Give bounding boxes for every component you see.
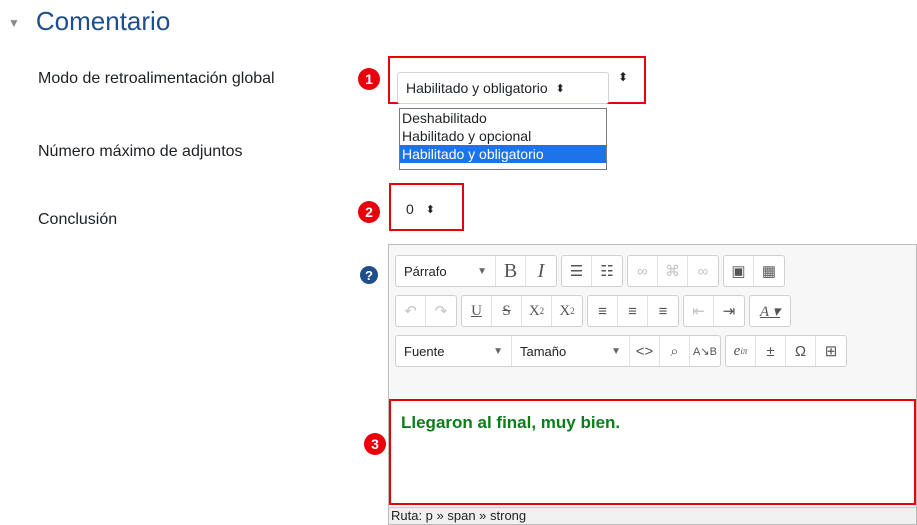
- omega-icon[interactable]: Ω: [786, 336, 816, 366]
- caret-down-icon[interactable]: ▼: [8, 16, 20, 30]
- toolbar-group: ↶ ↷: [395, 295, 457, 327]
- paragraph-label: Párrafo: [404, 263, 447, 279]
- paragraph-format-select[interactable]: Párrafo ▼: [396, 256, 496, 286]
- callout-badge-3: 3: [364, 433, 386, 455]
- image-icon[interactable]: ▣: [724, 256, 754, 286]
- question-icon[interactable]: ?: [360, 266, 378, 284]
- link-icon[interactable]: ∞: [628, 256, 658, 286]
- equation-icon[interactable]: e iπ: [726, 336, 756, 366]
- table-icon[interactable]: ⊞: [816, 336, 846, 366]
- outdent-icon[interactable]: ⇤: [684, 296, 714, 326]
- sort-arrows-icon: ⬍: [555, 82, 565, 95]
- superscript-icon[interactable]: X2: [552, 296, 582, 326]
- global-feedback-mode-options[interactable]: Deshabilitado Habilitado y opcional Habi…: [399, 108, 607, 170]
- toolbar-group: ☰ ☷: [561, 255, 623, 287]
- conclusion-select[interactable]: 0 ⬍: [398, 193, 456, 225]
- global-feedback-mode-select[interactable]: Habilitado y obligatorio ⬍: [397, 72, 609, 104]
- global-feedback-mode-label: Modo de retroalimentación global: [38, 70, 275, 87]
- font-label: Fuente: [404, 343, 445, 359]
- chevron-down-icon: ▼: [477, 265, 487, 277]
- editor-content-area[interactable]: Llegaron al final, muy bien.: [389, 399, 916, 505]
- conclusion-label: Conclusión: [38, 211, 118, 228]
- underline-icon[interactable]: U: [462, 296, 492, 326]
- option-deshabilitado[interactable]: Deshabilitado: [400, 109, 606, 127]
- sort-arrows-icon[interactable]: ⬍: [618, 70, 628, 84]
- editor-content-text: Llegaron al final, muy bien.: [401, 413, 621, 432]
- media-icon[interactable]: ▦: [754, 256, 784, 286]
- indent-icon[interactable]: ⇥: [714, 296, 744, 326]
- toolbar-row-2: ↶ ↷ U S X2 X2 ≡ ≡ ≡ ⇤ ⇥ A ▾: [395, 295, 791, 327]
- font-family-select[interactable]: Fuente ▼: [396, 336, 512, 366]
- select-value: Habilitado y obligatorio: [406, 80, 548, 96]
- toolbar-group: ∞ ⌘ ∞: [627, 255, 719, 287]
- size-label: Tamaño: [520, 343, 567, 359]
- anchor-icon[interactable]: ∞: [688, 256, 718, 286]
- toolbar-row-1: Párrafo ▼ B I ☰ ☷ ∞ ⌘ ∞ ▣ ▦: [395, 255, 785, 287]
- align-center-icon[interactable]: ≡: [618, 296, 648, 326]
- source-code-icon[interactable]: <>: [630, 336, 660, 366]
- section-header[interactable]: ▼ Comentario: [8, 6, 170, 37]
- toolbar-group: ≡ ≡ ≡: [587, 295, 679, 327]
- special-char-icon[interactable]: ±: [756, 336, 786, 366]
- text-color-icon[interactable]: A ▾: [750, 296, 790, 326]
- redo-icon[interactable]: ↷: [426, 296, 456, 326]
- toolbar-group: A ▾: [749, 295, 791, 327]
- option-habilitado-opcional[interactable]: Habilitado y opcional: [400, 127, 606, 145]
- select-value: 0: [406, 201, 414, 217]
- italic-button[interactable]: I: [526, 256, 556, 286]
- bold-button[interactable]: B: [496, 256, 526, 286]
- align-left-icon[interactable]: ≡: [588, 296, 618, 326]
- find-icon[interactable]: ⌕: [660, 336, 690, 366]
- sort-arrows-icon: ⬍: [425, 203, 436, 216]
- option-habilitado-obligatorio[interactable]: Habilitado y obligatorio: [400, 145, 606, 163]
- toolbar-group: Párrafo ▼ B I: [395, 255, 557, 287]
- unlink-icon[interactable]: ⌘: [658, 256, 688, 286]
- toolbar-group: e iπ ± Ω ⊞: [725, 335, 847, 367]
- subscript-icon[interactable]: X2: [522, 296, 552, 326]
- max-attachments-label: Número máximo de adjuntos: [38, 143, 243, 160]
- toolbar-group: ⇤ ⇥: [683, 295, 745, 327]
- callout-badge-2: 2: [358, 201, 380, 223]
- section-title: Comentario: [35, 6, 171, 36]
- strikethrough-icon[interactable]: S: [492, 296, 522, 326]
- chevron-down-icon: ▼: [611, 345, 621, 357]
- ordered-list-icon[interactable]: ☷: [592, 256, 622, 286]
- chevron-down-icon: ▼: [493, 345, 503, 357]
- replace-icon[interactable]: A↘B: [690, 336, 720, 366]
- text-editor: Párrafo ▼ B I ☰ ☷ ∞ ⌘ ∞ ▣ ▦ ↶ ↷ U S X2 X…: [388, 244, 917, 525]
- toolbar-row-3: Fuente ▼ Tamaño ▼ <> ⌕ A↘B e iπ ± Ω ⊞: [395, 335, 847, 367]
- font-size-select[interactable]: Tamaño ▼: [512, 336, 630, 366]
- editor-path-bar: Ruta: p » span » strong: [389, 507, 916, 524]
- undo-icon[interactable]: ↶: [396, 296, 426, 326]
- align-right-icon[interactable]: ≡: [648, 296, 678, 326]
- toolbar-group: U S X2 X2: [461, 295, 583, 327]
- toolbar-group: Fuente ▼ Tamaño ▼ <> ⌕ A↘B: [395, 335, 721, 367]
- unordered-list-icon[interactable]: ☰: [562, 256, 592, 286]
- callout-badge-1: 1: [358, 68, 380, 90]
- toolbar-group: ▣ ▦: [723, 255, 785, 287]
